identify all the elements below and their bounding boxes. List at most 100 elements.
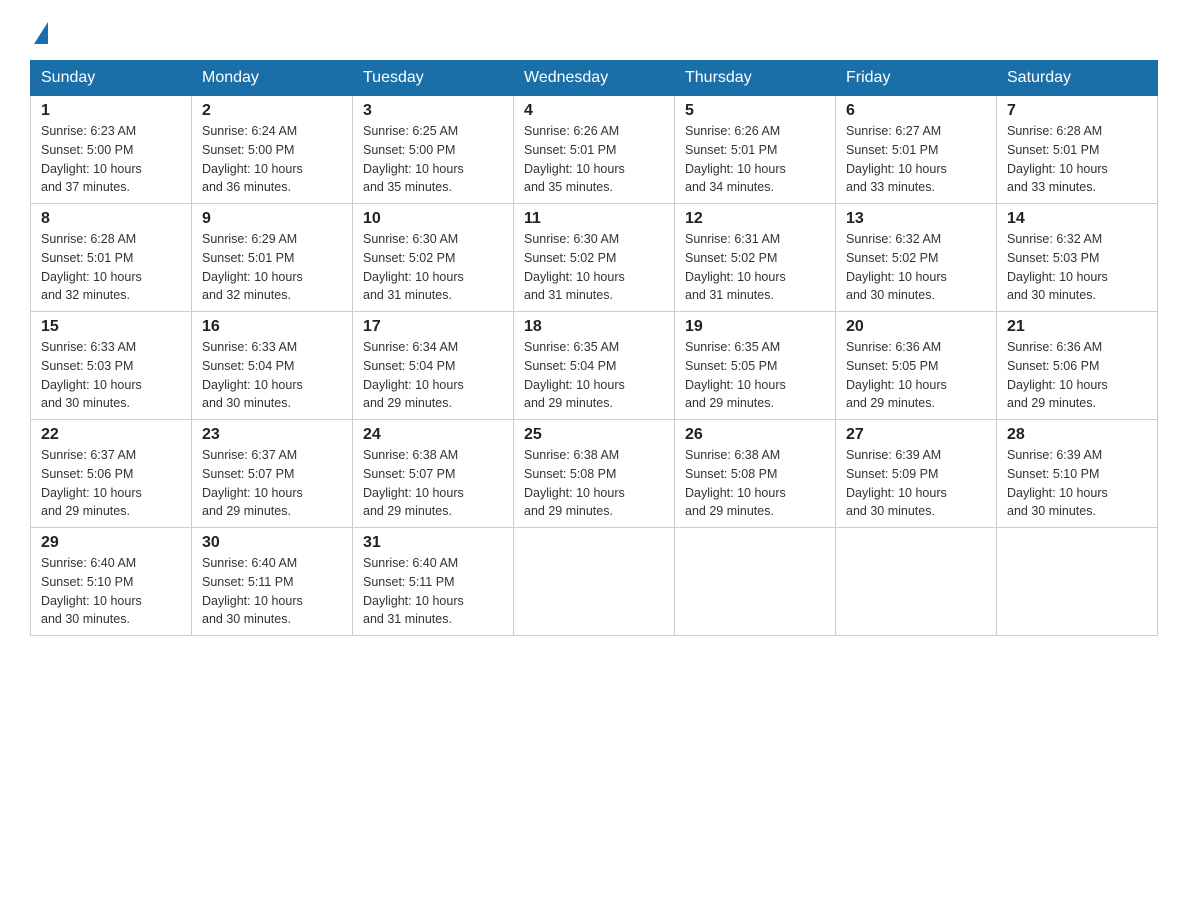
day-number: 3 bbox=[363, 102, 503, 120]
weekday-header-row: SundayMondayTuesdayWednesdayThursdayFrid… bbox=[31, 61, 1158, 96]
calendar-cell: 2 Sunrise: 6:24 AM Sunset: 5:00 PM Dayli… bbox=[192, 96, 353, 204]
weekday-header: Sunday bbox=[31, 61, 192, 96]
day-info: Sunrise: 6:38 AM Sunset: 5:08 PM Dayligh… bbox=[685, 446, 825, 521]
logo bbox=[30, 20, 48, 44]
day-number: 15 bbox=[41, 318, 181, 336]
calendar-cell: 16 Sunrise: 6:33 AM Sunset: 5:04 PM Dayl… bbox=[192, 312, 353, 420]
day-number: 5 bbox=[685, 102, 825, 120]
calendar-cell bbox=[997, 528, 1158, 636]
weekday-header: Wednesday bbox=[514, 61, 675, 96]
day-number: 1 bbox=[41, 102, 181, 120]
day-info: Sunrise: 6:35 AM Sunset: 5:04 PM Dayligh… bbox=[524, 338, 664, 413]
calendar-cell bbox=[836, 528, 997, 636]
calendar-week-row: 29 Sunrise: 6:40 AM Sunset: 5:10 PM Dayl… bbox=[31, 528, 1158, 636]
day-number: 6 bbox=[846, 102, 986, 120]
calendar-cell: 12 Sunrise: 6:31 AM Sunset: 5:02 PM Dayl… bbox=[675, 204, 836, 312]
calendar-cell: 21 Sunrise: 6:36 AM Sunset: 5:06 PM Dayl… bbox=[997, 312, 1158, 420]
calendar-cell: 27 Sunrise: 6:39 AM Sunset: 5:09 PM Dayl… bbox=[836, 420, 997, 528]
weekday-header: Tuesday bbox=[353, 61, 514, 96]
day-info: Sunrise: 6:29 AM Sunset: 5:01 PM Dayligh… bbox=[202, 230, 342, 305]
day-info: Sunrise: 6:23 AM Sunset: 5:00 PM Dayligh… bbox=[41, 122, 181, 197]
day-number: 19 bbox=[685, 318, 825, 336]
day-info: Sunrise: 6:28 AM Sunset: 5:01 PM Dayligh… bbox=[41, 230, 181, 305]
day-info: Sunrise: 6:37 AM Sunset: 5:06 PM Dayligh… bbox=[41, 446, 181, 521]
logo-triangle-icon bbox=[34, 22, 48, 44]
calendar-cell: 26 Sunrise: 6:38 AM Sunset: 5:08 PM Dayl… bbox=[675, 420, 836, 528]
calendar-cell: 29 Sunrise: 6:40 AM Sunset: 5:10 PM Dayl… bbox=[31, 528, 192, 636]
day-info: Sunrise: 6:40 AM Sunset: 5:10 PM Dayligh… bbox=[41, 554, 181, 629]
calendar-cell: 15 Sunrise: 6:33 AM Sunset: 5:03 PM Dayl… bbox=[31, 312, 192, 420]
calendar-cell: 5 Sunrise: 6:26 AM Sunset: 5:01 PM Dayli… bbox=[675, 96, 836, 204]
calendar-cell: 24 Sunrise: 6:38 AM Sunset: 5:07 PM Dayl… bbox=[353, 420, 514, 528]
day-info: Sunrise: 6:32 AM Sunset: 5:02 PM Dayligh… bbox=[846, 230, 986, 305]
calendar-cell: 17 Sunrise: 6:34 AM Sunset: 5:04 PM Dayl… bbox=[353, 312, 514, 420]
day-info: Sunrise: 6:39 AM Sunset: 5:09 PM Dayligh… bbox=[846, 446, 986, 521]
day-info: Sunrise: 6:38 AM Sunset: 5:08 PM Dayligh… bbox=[524, 446, 664, 521]
day-info: Sunrise: 6:26 AM Sunset: 5:01 PM Dayligh… bbox=[524, 122, 664, 197]
calendar-cell: 20 Sunrise: 6:36 AM Sunset: 5:05 PM Dayl… bbox=[836, 312, 997, 420]
day-number: 30 bbox=[202, 534, 342, 552]
weekday-header: Friday bbox=[836, 61, 997, 96]
calendar-cell: 3 Sunrise: 6:25 AM Sunset: 5:00 PM Dayli… bbox=[353, 96, 514, 204]
day-info: Sunrise: 6:33 AM Sunset: 5:04 PM Dayligh… bbox=[202, 338, 342, 413]
day-info: Sunrise: 6:36 AM Sunset: 5:06 PM Dayligh… bbox=[1007, 338, 1147, 413]
day-number: 16 bbox=[202, 318, 342, 336]
calendar-cell: 11 Sunrise: 6:30 AM Sunset: 5:02 PM Dayl… bbox=[514, 204, 675, 312]
day-number: 8 bbox=[41, 210, 181, 228]
calendar-cell: 8 Sunrise: 6:28 AM Sunset: 5:01 PM Dayli… bbox=[31, 204, 192, 312]
day-number: 24 bbox=[363, 426, 503, 444]
calendar-week-row: 1 Sunrise: 6:23 AM Sunset: 5:00 PM Dayli… bbox=[31, 96, 1158, 204]
weekday-header: Thursday bbox=[675, 61, 836, 96]
day-info: Sunrise: 6:32 AM Sunset: 5:03 PM Dayligh… bbox=[1007, 230, 1147, 305]
calendar-cell: 14 Sunrise: 6:32 AM Sunset: 5:03 PM Dayl… bbox=[997, 204, 1158, 312]
day-number: 26 bbox=[685, 426, 825, 444]
day-info: Sunrise: 6:30 AM Sunset: 5:02 PM Dayligh… bbox=[363, 230, 503, 305]
day-number: 13 bbox=[846, 210, 986, 228]
calendar-cell: 6 Sunrise: 6:27 AM Sunset: 5:01 PM Dayli… bbox=[836, 96, 997, 204]
day-info: Sunrise: 6:39 AM Sunset: 5:10 PM Dayligh… bbox=[1007, 446, 1147, 521]
day-info: Sunrise: 6:31 AM Sunset: 5:02 PM Dayligh… bbox=[685, 230, 825, 305]
calendar-cell: 30 Sunrise: 6:40 AM Sunset: 5:11 PM Dayl… bbox=[192, 528, 353, 636]
day-info: Sunrise: 6:27 AM Sunset: 5:01 PM Dayligh… bbox=[846, 122, 986, 197]
day-number: 31 bbox=[363, 534, 503, 552]
calendar-cell: 10 Sunrise: 6:30 AM Sunset: 5:02 PM Dayl… bbox=[353, 204, 514, 312]
day-info: Sunrise: 6:34 AM Sunset: 5:04 PM Dayligh… bbox=[363, 338, 503, 413]
day-info: Sunrise: 6:35 AM Sunset: 5:05 PM Dayligh… bbox=[685, 338, 825, 413]
calendar-cell: 23 Sunrise: 6:37 AM Sunset: 5:07 PM Dayl… bbox=[192, 420, 353, 528]
calendar-cell: 28 Sunrise: 6:39 AM Sunset: 5:10 PM Dayl… bbox=[997, 420, 1158, 528]
calendar-week-row: 8 Sunrise: 6:28 AM Sunset: 5:01 PM Dayli… bbox=[31, 204, 1158, 312]
day-number: 28 bbox=[1007, 426, 1147, 444]
calendar-table: SundayMondayTuesdayWednesdayThursdayFrid… bbox=[30, 60, 1158, 636]
calendar-cell: 7 Sunrise: 6:28 AM Sunset: 5:01 PM Dayli… bbox=[997, 96, 1158, 204]
calendar-cell: 4 Sunrise: 6:26 AM Sunset: 5:01 PM Dayli… bbox=[514, 96, 675, 204]
calendar-cell: 22 Sunrise: 6:37 AM Sunset: 5:06 PM Dayl… bbox=[31, 420, 192, 528]
day-number: 7 bbox=[1007, 102, 1147, 120]
weekday-header: Saturday bbox=[997, 61, 1158, 96]
calendar-cell: 1 Sunrise: 6:23 AM Sunset: 5:00 PM Dayli… bbox=[31, 96, 192, 204]
day-info: Sunrise: 6:28 AM Sunset: 5:01 PM Dayligh… bbox=[1007, 122, 1147, 197]
day-number: 23 bbox=[202, 426, 342, 444]
calendar-cell bbox=[675, 528, 836, 636]
day-number: 10 bbox=[363, 210, 503, 228]
day-info: Sunrise: 6:36 AM Sunset: 5:05 PM Dayligh… bbox=[846, 338, 986, 413]
day-number: 2 bbox=[202, 102, 342, 120]
day-number: 29 bbox=[41, 534, 181, 552]
day-number: 11 bbox=[524, 210, 664, 228]
day-info: Sunrise: 6:37 AM Sunset: 5:07 PM Dayligh… bbox=[202, 446, 342, 521]
day-number: 20 bbox=[846, 318, 986, 336]
day-number: 27 bbox=[846, 426, 986, 444]
day-info: Sunrise: 6:30 AM Sunset: 5:02 PM Dayligh… bbox=[524, 230, 664, 305]
day-number: 4 bbox=[524, 102, 664, 120]
calendar-cell: 19 Sunrise: 6:35 AM Sunset: 5:05 PM Dayl… bbox=[675, 312, 836, 420]
calendar-cell: 18 Sunrise: 6:35 AM Sunset: 5:04 PM Dayl… bbox=[514, 312, 675, 420]
day-number: 22 bbox=[41, 426, 181, 444]
day-info: Sunrise: 6:33 AM Sunset: 5:03 PM Dayligh… bbox=[41, 338, 181, 413]
calendar-week-row: 15 Sunrise: 6:33 AM Sunset: 5:03 PM Dayl… bbox=[31, 312, 1158, 420]
day-info: Sunrise: 6:25 AM Sunset: 5:00 PM Dayligh… bbox=[363, 122, 503, 197]
day-info: Sunrise: 6:40 AM Sunset: 5:11 PM Dayligh… bbox=[363, 554, 503, 629]
day-number: 12 bbox=[685, 210, 825, 228]
day-number: 18 bbox=[524, 318, 664, 336]
calendar-cell: 25 Sunrise: 6:38 AM Sunset: 5:08 PM Dayl… bbox=[514, 420, 675, 528]
day-number: 21 bbox=[1007, 318, 1147, 336]
day-info: Sunrise: 6:24 AM Sunset: 5:00 PM Dayligh… bbox=[202, 122, 342, 197]
